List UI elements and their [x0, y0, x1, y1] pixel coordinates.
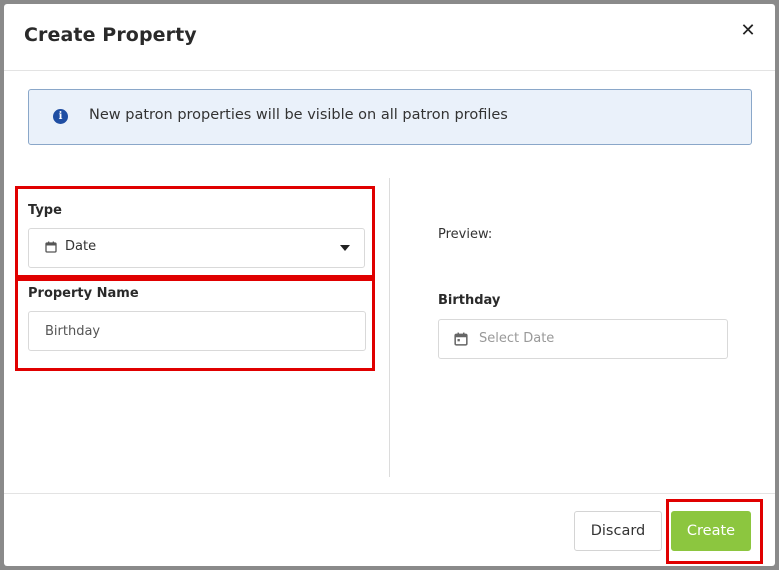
preview-date-input[interactable]: Select Date [438, 319, 728, 359]
info-banner: i New patron properties will be visible … [28, 89, 752, 145]
property-name-label: Property Name [28, 286, 139, 301]
create-button[interactable]: Create [671, 511, 751, 551]
calendar-icon [45, 241, 57, 253]
discard-button[interactable]: Discard [574, 511, 662, 551]
calendar-icon [454, 332, 468, 346]
close-icon[interactable]: ✕ [737, 20, 759, 42]
chevron-down-icon [340, 245, 350, 251]
date-placeholder: Select Date [479, 331, 555, 346]
info-banner-text: New patron properties will be visible on… [89, 107, 508, 123]
modal-title: Create Property [24, 24, 197, 46]
column-divider [389, 178, 390, 477]
type-select-value: Date [65, 239, 97, 254]
type-select[interactable]: Date [28, 228, 365, 268]
modal-header: Create Property ✕ [4, 4, 775, 71]
preview-field-label: Birthday [438, 293, 501, 308]
preview-label: Preview: [438, 227, 493, 242]
info-icon: i [53, 109, 68, 124]
property-name-input[interactable] [28, 311, 366, 351]
type-label: Type [28, 203, 62, 218]
modal-footer: Discard Create [4, 493, 775, 566]
create-property-modal: Create Property ✕ i New patron propertie… [4, 4, 775, 566]
